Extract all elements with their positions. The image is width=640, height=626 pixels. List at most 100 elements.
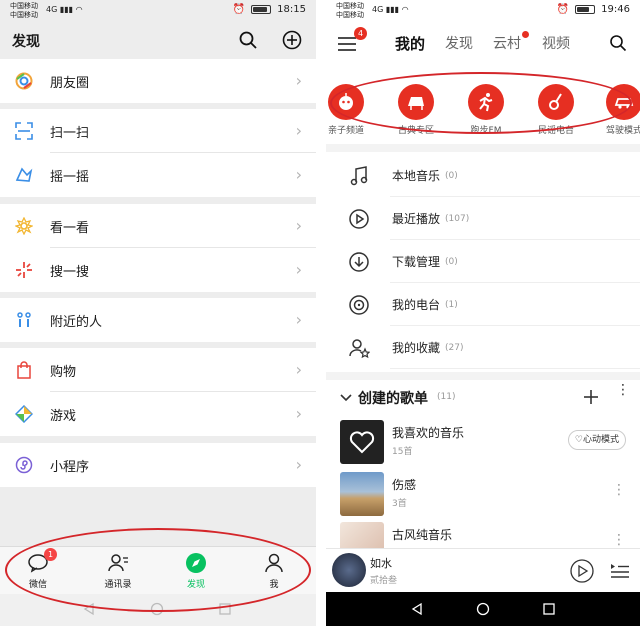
playlist-row[interactable]: 古风纯音乐 ⋮	[326, 520, 640, 548]
menu-icon[interactable]	[338, 37, 356, 51]
recents-icon[interactable]	[542, 602, 556, 616]
row-recent-play[interactable]: 最近播放 (107)	[326, 197, 640, 240]
playlist-cover	[340, 420, 384, 464]
system-nav-bar	[0, 594, 316, 626]
channel-classical[interactable]: 古典专区	[386, 84, 446, 136]
unread-badge: 1	[44, 548, 57, 561]
search-star-icon	[14, 260, 34, 280]
item-label: 游戏	[50, 408, 77, 424]
heart-icon	[349, 431, 375, 454]
item-nearby[interactable]: 附近的人 ›	[0, 298, 316, 342]
person-icon	[265, 553, 283, 573]
channel-driving-mode[interactable]: 驾驶模式	[594, 84, 640, 136]
channel-label: 跑步FM	[470, 126, 502, 136]
row-label: 下载管理	[392, 255, 441, 269]
row-count: (1)	[445, 299, 458, 310]
more-icon[interactable]: ⋮	[612, 482, 626, 498]
channel-label: 民谣电台	[537, 126, 574, 136]
add-icon[interactable]	[282, 30, 302, 50]
game-icon	[14, 404, 34, 424]
playlist-queue-icon[interactable]	[610, 562, 630, 580]
carrier-text: 中国移动 中国移动	[10, 2, 38, 19]
more-icon[interactable]: ⋮	[612, 532, 626, 548]
playlist-cover	[340, 522, 384, 548]
search-icon[interactable]	[609, 34, 627, 52]
playlist-count: 15首	[392, 447, 413, 457]
item-label: 搜一搜	[50, 264, 90, 280]
row-downloads[interactable]: 下载管理 (0)	[326, 240, 640, 283]
guitar-icon	[549, 93, 562, 110]
search-icon[interactable]	[238, 30, 258, 50]
created-playlists-header[interactable]: 创建的歌单 (11) ⋮	[326, 383, 640, 412]
item-label: 扫一扫	[50, 125, 90, 141]
carrier-text: 中国移动 中国移动	[336, 2, 364, 19]
row-label: 我的收藏	[392, 341, 441, 355]
menu-badge: 4	[354, 27, 367, 40]
item-mini-program[interactable]: 小程序 ›	[0, 443, 316, 487]
shopping-icon	[14, 360, 34, 380]
item-label: 朋友圈	[50, 75, 90, 91]
tab-me[interactable]: 我	[244, 551, 304, 590]
artist-name: 贰拾叁	[370, 576, 398, 586]
add-icon[interactable]	[584, 390, 598, 404]
playlist-row[interactable]: 我喜欢的音乐 15首 ♡心动模式	[326, 418, 640, 466]
album-art	[332, 553, 366, 587]
battery-icon	[251, 5, 272, 14]
status-right: ⏰ 18:15	[233, 4, 306, 15]
row-my-radio[interactable]: 我的电台 (1)	[326, 283, 640, 326]
item-look[interactable]: 看一看 ›	[0, 204, 316, 248]
home-icon[interactable]	[476, 602, 490, 616]
item-shopping[interactable]: 购物 ›	[0, 348, 316, 392]
item-search[interactable]: 搜一搜 ›	[0, 248, 316, 292]
playlist-cover	[340, 472, 384, 516]
status-bar: 中国移动 中国移动 4G ▮▮▮ ◠ ⏰ 19:46	[326, 0, 640, 22]
row-label: 最近播放	[392, 212, 441, 226]
chevron-right-icon: ›	[295, 121, 302, 140]
item-moments[interactable]: 朋友圈 ›	[0, 59, 316, 103]
heartbeat-mode-button[interactable]: ♡心动模式	[567, 430, 626, 450]
back-icon[interactable]	[410, 602, 424, 616]
playlist-name: 我喜欢的音乐	[392, 426, 465, 440]
chevron-right-icon: ›	[295, 71, 302, 90]
tab-label: 我	[269, 580, 279, 590]
channel-running-fm[interactable]: 跑步FM	[456, 84, 516, 136]
playlist-row[interactable]: 伤感 3首 ⋮	[326, 470, 640, 518]
page-title: 发现	[12, 34, 40, 50]
runner-icon	[479, 93, 493, 112]
signal-icon: 4G ▮▮▮ ◠	[372, 5, 409, 14]
tab-video[interactable]: 视频	[542, 33, 570, 53]
tab-mine[interactable]: 我的	[395, 33, 425, 54]
top-bar	[326, 22, 640, 66]
channel-parenting[interactable]: 亲子频道	[326, 84, 376, 136]
home-icon[interactable]	[150, 602, 164, 616]
tab-contacts[interactable]: 通讯录	[88, 551, 148, 590]
shake-icon	[14, 165, 34, 185]
item-game[interactable]: 游戏 ›	[0, 392, 316, 436]
nearby-icon	[14, 310, 34, 330]
status-right: ⏰ 19:46	[557, 4, 630, 15]
download-icon	[346, 249, 372, 275]
item-shake[interactable]: 摇一摇 ›	[0, 153, 316, 197]
item-label: 购物	[50, 364, 77, 380]
tab-chats[interactable]: 微信 1	[8, 548, 68, 590]
row-local-music[interactable]: 本地音乐 (0)	[326, 154, 640, 197]
robot-icon	[339, 93, 353, 110]
mini-player[interactable]: 如水 贰拾叁	[326, 548, 640, 592]
recents-icon[interactable]	[218, 602, 232, 616]
piano-icon	[408, 97, 424, 110]
radio-icon	[346, 292, 372, 318]
row-favorites[interactable]: 我的收藏 (27)	[326, 326, 640, 369]
clock: 18:15	[277, 4, 306, 15]
item-scan[interactable]: 扫一扫 ›	[0, 109, 316, 153]
more-icon[interactable]: ⋮	[616, 383, 630, 397]
battery-icon	[575, 5, 596, 14]
row-label: 我的电台	[392, 298, 441, 312]
button-label: 心动模式	[582, 435, 619, 445]
tab-discover[interactable]: 发现	[445, 33, 473, 53]
playlist-name: 伤感	[392, 478, 417, 492]
tab-discover[interactable]: 发现	[166, 551, 226, 590]
channel-folk-radio[interactable]: 民谣电台	[526, 84, 586, 136]
tab-cloud-village[interactable]: 云村	[493, 33, 521, 53]
back-icon[interactable]	[82, 602, 96, 616]
play-icon[interactable]	[570, 559, 594, 583]
